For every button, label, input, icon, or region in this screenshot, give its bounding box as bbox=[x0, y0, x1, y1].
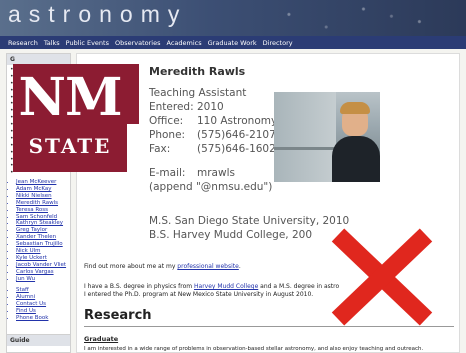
nav-public-events[interactable]: Public Events bbox=[66, 39, 109, 47]
person-link[interactable]: Teresa Ross bbox=[16, 207, 48, 213]
entered-text: Entered: 2010 bbox=[149, 101, 224, 113]
list-item[interactable]: Sam Schonfeld bbox=[16, 214, 79, 221]
list-item[interactable]: Kathryn Steakley bbox=[16, 220, 79, 227]
list-item[interactable]: Jacob Vander Vliet bbox=[16, 262, 79, 269]
person-link[interactable]: Kathryn Steakley bbox=[16, 220, 63, 226]
list-item[interactable]: Xander Thelen bbox=[16, 234, 79, 241]
nav-research[interactable]: Research bbox=[8, 39, 38, 47]
office-value: 110 Astronomy bbox=[197, 115, 278, 127]
person-link[interactable]: Jacob Vander Vliet bbox=[16, 262, 66, 268]
contact-us-link[interactable]: Contact Us bbox=[16, 301, 46, 307]
guide-title: Guide bbox=[7, 334, 70, 346]
fax-row: Fax: (575)646-1602 bbox=[149, 143, 276, 155]
phone-label: Phone: bbox=[149, 129, 186, 141]
photo-wall bbox=[274, 92, 336, 182]
photo-rail bbox=[274, 147, 336, 150]
bio-part1: I have a B.S. degree in physics from bbox=[84, 283, 195, 290]
bio-part2: and a M.S. degree in astro bbox=[258, 283, 340, 290]
office-label: Office: bbox=[149, 115, 184, 127]
person-link[interactable]: Meredith Rawls bbox=[16, 200, 58, 206]
role-text: Teaching Assistant bbox=[149, 87, 247, 99]
nav-directory[interactable]: Directory bbox=[263, 39, 293, 47]
photo-hair bbox=[340, 102, 370, 114]
list-item[interactable]: Jun Wu bbox=[16, 276, 79, 283]
person-link[interactable]: Carlos Vargas bbox=[16, 269, 54, 275]
fax-value: (575)646-1602 bbox=[197, 143, 276, 155]
nav-academics[interactable]: Academics bbox=[167, 39, 202, 47]
person-link[interactable]: Nick Ulm bbox=[16, 248, 41, 254]
list-item[interactable]: Sebastian Trujillo bbox=[16, 241, 79, 248]
list-item[interactable]: Alumni bbox=[16, 294, 79, 301]
page-title: Meredith Rawls bbox=[149, 65, 246, 78]
list-item[interactable]: Teresa Ross bbox=[16, 207, 79, 214]
list-item[interactable]: Meredith Rawls bbox=[16, 200, 79, 207]
person-link[interactable]: Nikki Nielsen bbox=[16, 193, 52, 199]
office-row: Office: 110 Astronomy bbox=[149, 115, 277, 127]
list-item[interactable]: Carlos Vargas bbox=[16, 269, 79, 276]
nmsu-logo: NM STATE bbox=[13, 64, 139, 172]
top-navigation: Research Talks Public Events Observatori… bbox=[0, 36, 466, 49]
find-more-prefix: Find out more about me at my bbox=[84, 263, 178, 270]
person-link[interactable]: Sam Schonfeld bbox=[16, 214, 57, 220]
find-more-suffix: . bbox=[238, 263, 241, 270]
find-us-link[interactable]: Find Us bbox=[16, 308, 36, 314]
person-link[interactable]: Sebastian Trujillo bbox=[16, 241, 63, 247]
site-title[interactable]: astronomy bbox=[8, 1, 187, 28]
list-item[interactable]: Greg Taylor bbox=[16, 227, 79, 234]
professional-website-link[interactable]: professional website bbox=[177, 263, 239, 270]
list-item[interactable]: Kyle Uckert bbox=[16, 255, 79, 262]
staff-link[interactable]: Staff bbox=[16, 287, 29, 293]
nav-observatories[interactable]: Observatories bbox=[115, 39, 161, 47]
person-link[interactable]: Adam McKay bbox=[16, 186, 52, 192]
bio-line2: I entered the Ph.D. program at New Mexic… bbox=[84, 290, 314, 298]
list-item[interactable]: Adam McKay bbox=[16, 186, 79, 193]
alumni-link[interactable]: Alumni bbox=[16, 294, 35, 300]
profile-photo bbox=[274, 92, 380, 182]
list-item[interactable]: Staff bbox=[16, 287, 79, 294]
nav-graduate-work[interactable]: Graduate Work bbox=[208, 39, 257, 47]
logo-notch bbox=[127, 64, 139, 124]
email-value: mrawls bbox=[197, 167, 235, 179]
site-banner: astronomy bbox=[0, 0, 466, 36]
list-item[interactable]: Contact Us bbox=[16, 301, 79, 308]
phone-book-link[interactable]: Phone Book bbox=[16, 315, 48, 321]
email-note: (append "@nmsu.edu") bbox=[149, 181, 273, 193]
person-link[interactable]: Jean McKeever bbox=[16, 179, 56, 185]
degree-ms: M.S. San Diego State University, 2010 bbox=[149, 215, 350, 227]
guide-box: Guide bbox=[7, 334, 70, 346]
degree-bs: B.S. Harvey Mudd College, 200 bbox=[149, 229, 313, 241]
list-item[interactable]: Nick Ulm bbox=[16, 248, 79, 255]
phone-value: (575)646-2107 bbox=[197, 129, 276, 141]
person-link[interactable]: Kyle Uckert bbox=[16, 255, 47, 261]
misc-links-list: Staff Alumni Contact Us Find Us Phone Bo… bbox=[7, 287, 79, 322]
phone-row: Phone: (575)646-2107 bbox=[149, 129, 276, 141]
research-text: I am interested in a wide range of probl… bbox=[84, 346, 424, 352]
person-link[interactable]: Jun Wu bbox=[16, 276, 35, 282]
list-item[interactable]: Nikki Nielsen bbox=[16, 193, 79, 200]
email-row: E-mail: mrawls bbox=[149, 167, 235, 179]
email-label: E-mail: bbox=[149, 167, 186, 179]
person-link[interactable]: Greg Taylor bbox=[16, 227, 47, 233]
nav-talks[interactable]: Talks bbox=[44, 39, 60, 47]
graduate-subheading: Graduate bbox=[84, 335, 119, 343]
people-list: Jean McKeever Adam McKay Nikki Nielsen M… bbox=[7, 179, 79, 283]
photo-body bbox=[332, 136, 380, 182]
list-item[interactable]: Find Us bbox=[16, 308, 79, 315]
list-item[interactable]: Jean McKeever bbox=[16, 179, 79, 186]
harvey-mudd-link[interactable]: Harvey Mudd College bbox=[194, 283, 258, 290]
list-item[interactable]: Phone Book bbox=[16, 315, 79, 322]
person-link[interactable]: Xander Thelen bbox=[16, 234, 56, 240]
research-heading: Research bbox=[84, 308, 152, 323]
logo-state-text: STATE bbox=[28, 134, 112, 158]
fax-label: Fax: bbox=[149, 143, 171, 155]
logo-nm-text: NM bbox=[18, 67, 122, 128]
find-more-text: Find out more about me at my professiona… bbox=[84, 263, 241, 270]
red-x-icon bbox=[331, 228, 433, 326]
